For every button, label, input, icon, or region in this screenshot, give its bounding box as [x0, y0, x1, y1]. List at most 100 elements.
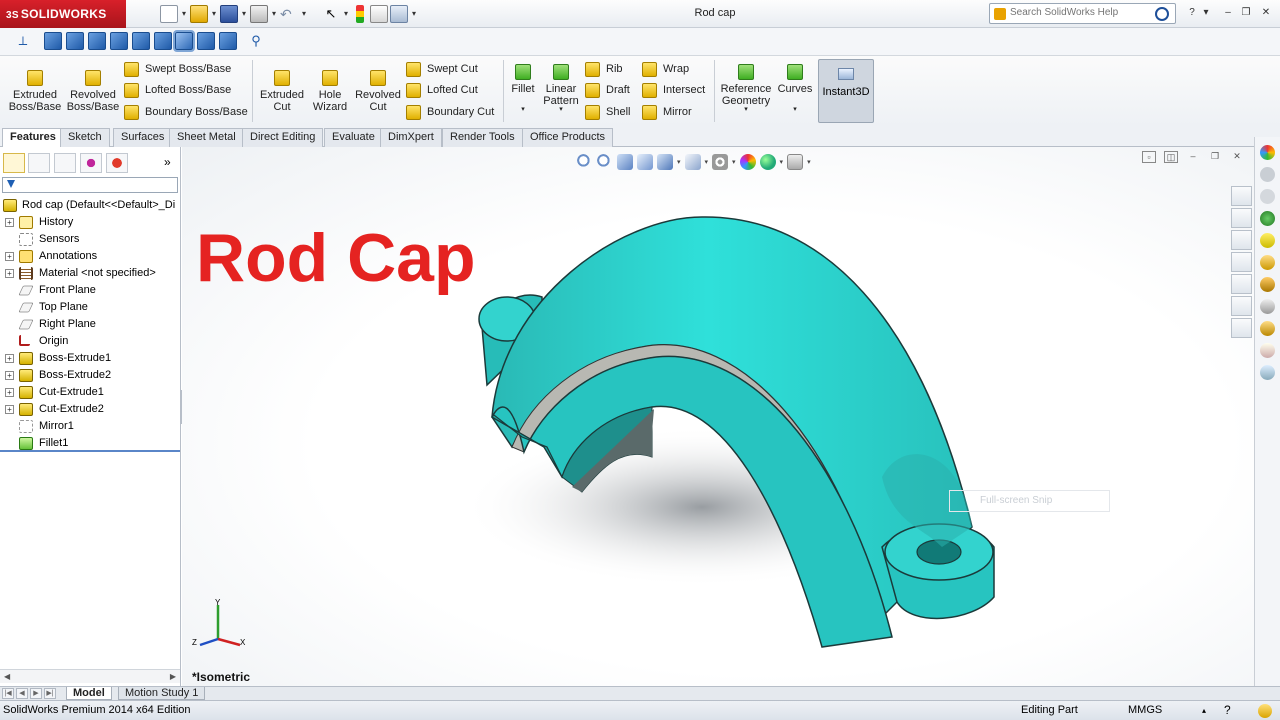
- instant3d-button[interactable]: Instant3D: [818, 59, 874, 123]
- display-manager-tab-icon[interactable]: [106, 153, 128, 173]
- help-icon[interactable]: ?: [1224, 701, 1231, 720]
- tab-evaluate[interactable]: Evaluate: [324, 128, 383, 147]
- view-palette-icon[interactable]: [1231, 252, 1252, 272]
- restore-icon[interactable]: ❐: [1238, 6, 1254, 20]
- rod-cap-model[interactable]: [182, 147, 1254, 686]
- expand-icon[interactable]: +: [5, 252, 14, 261]
- expand-icon[interactable]: +: [5, 354, 14, 363]
- close-icon[interactable]: ✕: [1258, 6, 1274, 20]
- expand-chevron-icon[interactable]: »: [164, 155, 171, 169]
- extruded-cut-button[interactable]: Extruded Cut: [258, 70, 306, 113]
- expand-icon[interactable]: +: [5, 218, 14, 227]
- left-view-icon[interactable]: [88, 32, 106, 50]
- tree-item-material[interactable]: + Material <not specified>: [0, 265, 181, 282]
- scene-icon[interactable]: [1260, 211, 1275, 226]
- reference-geometry-button[interactable]: Reference Geometry ▾: [718, 64, 774, 116]
- tree-item-origin[interactable]: Origin: [0, 333, 181, 350]
- dimetric-view-icon[interactable]: [219, 32, 237, 50]
- curves-button[interactable]: Curves ▾: [776, 64, 814, 116]
- trimetric-view-icon[interactable]: [197, 32, 215, 50]
- tab-sketch[interactable]: Sketch: [60, 128, 110, 147]
- toolbox-icon[interactable]: [1260, 255, 1275, 270]
- extruded-boss-button[interactable]: Extruded Boss/Base: [6, 70, 64, 113]
- link-icon[interactable]: [1260, 365, 1275, 380]
- note-icon[interactable]: [1260, 343, 1275, 358]
- appearances-icon[interactable]: [1231, 274, 1252, 294]
- tree-item-right-plane[interactable]: Right Plane: [0, 316, 181, 333]
- settings-icon[interactable]: [1260, 189, 1275, 204]
- next-tab-icon[interactable]: ▶: [30, 688, 42, 699]
- tree-item-sensors[interactable]: Sensors: [0, 231, 181, 248]
- chevron-down-icon[interactable]: ▾: [180, 5, 188, 23]
- normal-to-icon[interactable]: ⟂: [14, 32, 32, 50]
- chevron-down-icon[interactable]: ▾: [300, 5, 308, 23]
- chevron-down-icon[interactable]: ▾: [1202, 6, 1210, 20]
- tree-item-boss-extrude1[interactable]: + Boss-Extrude1: [0, 350, 181, 367]
- tree-item-boss-extrude2[interactable]: + Boss-Extrude2: [0, 367, 181, 384]
- chevron-down-icon[interactable]: ▾: [270, 5, 278, 23]
- file-explorer-icon[interactable]: [1231, 230, 1252, 250]
- tree-root-part[interactable]: Rod cap (Default<<Default>_Di: [0, 197, 181, 214]
- options-icon[interactable]: [390, 5, 408, 23]
- chevron-down-icon[interactable]: ▾: [210, 5, 218, 23]
- tab-direct-editing[interactable]: Direct Editing: [242, 128, 324, 147]
- chevron-up-icon[interactable]: ▴: [1202, 701, 1206, 720]
- solidworks-forum-icon[interactable]: [1231, 318, 1252, 338]
- tree-item-annotations[interactable]: + Annotations: [0, 248, 181, 265]
- tab-office-products[interactable]: Office Products: [522, 128, 613, 147]
- solidworks-logo[interactable]: 3S SOLIDWORKS: [0, 0, 126, 28]
- chevron-down-icon[interactable]: ▾: [342, 5, 350, 23]
- chevron-down-icon[interactable]: ▾: [410, 5, 418, 23]
- expand-icon[interactable]: +: [5, 388, 14, 397]
- custom-properties-icon[interactable]: [1231, 296, 1252, 316]
- link-views-icon[interactable]: ⚲: [247, 32, 265, 50]
- tree-item-front-plane[interactable]: Front Plane: [0, 282, 181, 299]
- top-view-icon[interactable]: [132, 32, 150, 50]
- back-view-icon[interactable]: [66, 32, 84, 50]
- new-document-icon[interactable]: [160, 5, 178, 23]
- tab-model[interactable]: Model: [66, 687, 112, 700]
- rollback-bar[interactable]: [0, 450, 180, 452]
- search-icon[interactable]: [1155, 7, 1169, 21]
- design-library-icon[interactable]: [1231, 208, 1252, 228]
- appearance-icon[interactable]: [1260, 145, 1275, 160]
- undo-icon[interactable]: ↶: [280, 5, 298, 23]
- bottom-view-icon[interactable]: [154, 32, 172, 50]
- graphics-area[interactable]: ▾ ▾ ▾ ▾ ▾ ▫ ◫ – ❐ ✕ Rod Cap Full-screen …: [182, 147, 1254, 686]
- isometric-view-icon[interactable]: [173, 30, 195, 52]
- tree-item-cut-extrude2[interactable]: + Cut-Extrude2: [0, 401, 181, 418]
- swept-boss-button[interactable]: Swept Boss/Base: [124, 60, 231, 78]
- help-icon[interactable]: ?: [1184, 6, 1200, 20]
- lofted-boss-button[interactable]: Lofted Boss/Base: [124, 81, 231, 99]
- fillet-button[interactable]: Fillet ▾: [507, 64, 539, 116]
- tab-dimxpert[interactable]: DimXpert: [380, 128, 442, 147]
- expand-icon[interactable]: +: [5, 269, 14, 278]
- database-icon[interactable]: [1260, 233, 1275, 248]
- tab-surfaces[interactable]: Surfaces: [113, 128, 173, 147]
- tree-item-top-plane[interactable]: Top Plane: [0, 299, 181, 316]
- draft-button[interactable]: Draft: [585, 81, 630, 99]
- rebuild-icon[interactable]: [356, 5, 364, 23]
- rebuild-status-icon[interactable]: [1258, 704, 1272, 718]
- rib-button[interactable]: Rib: [585, 60, 623, 78]
- lofted-cut-button[interactable]: Lofted Cut: [406, 81, 478, 99]
- tree-item-mirror1[interactable]: Mirror1: [0, 418, 181, 435]
- hole-wizard-button[interactable]: Hole Wizard: [308, 70, 352, 113]
- help-search-box[interactable]: [989, 3, 1176, 24]
- file-properties-icon[interactable]: [370, 5, 388, 23]
- assembly-icon[interactable]: [1260, 321, 1275, 336]
- tab-features[interactable]: Features: [2, 128, 64, 148]
- units-selector[interactable]: MMGS: [1128, 701, 1162, 720]
- revolved-boss-button[interactable]: Revolved Boss/Base: [66, 70, 120, 113]
- select-pointer-icon[interactable]: ↖: [322, 5, 340, 23]
- minimize-icon[interactable]: –: [1220, 6, 1236, 20]
- mirror-button[interactable]: Mirror: [642, 103, 692, 121]
- horizontal-scrollbar[interactable]: ◀ ▶: [0, 669, 180, 683]
- tab-sheet-metal[interactable]: Sheet Metal: [169, 128, 244, 147]
- expand-icon[interactable]: +: [5, 371, 14, 380]
- boundary-cut-button[interactable]: Boundary Cut: [406, 103, 494, 121]
- print-icon[interactable]: [250, 5, 268, 23]
- solidworks-resources-icon[interactable]: [1231, 186, 1252, 206]
- tab-render-tools[interactable]: Render Tools: [442, 128, 523, 147]
- feature-tree-filter[interactable]: [2, 177, 178, 193]
